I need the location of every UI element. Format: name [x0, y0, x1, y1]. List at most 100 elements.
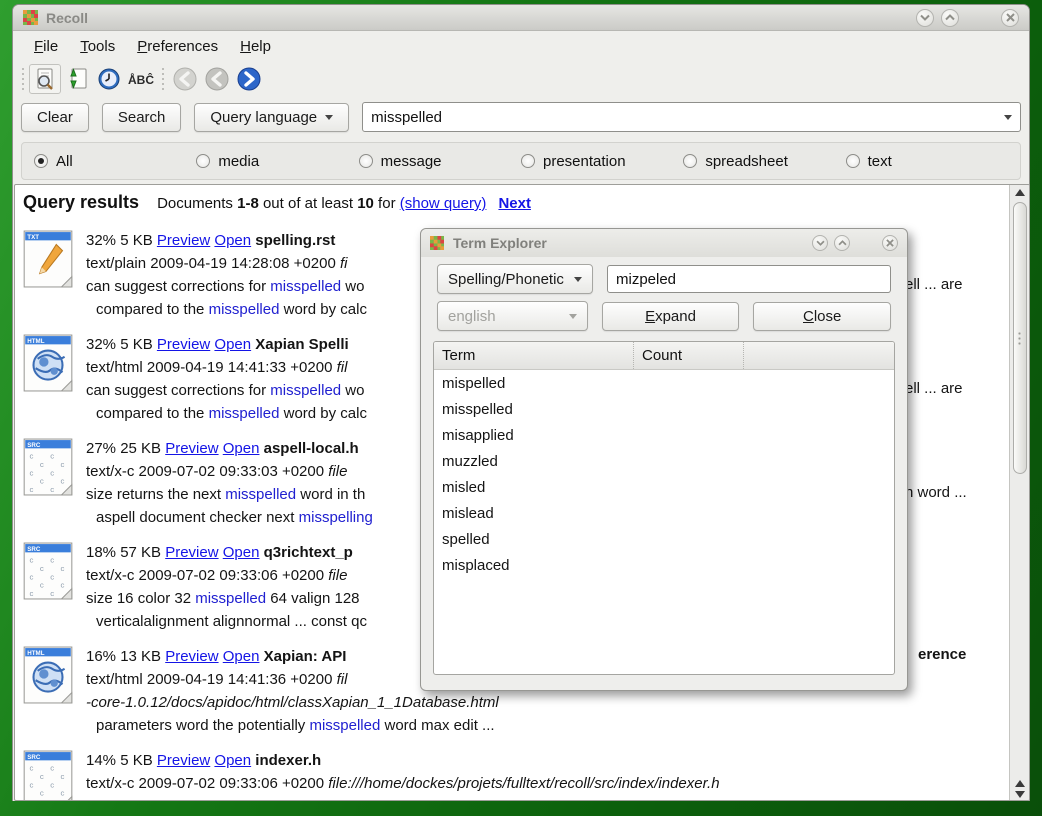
term-input[interactable]: mizpeled: [607, 265, 891, 293]
filter-radio-media[interactable]: media: [196, 153, 358, 170]
spellcheck-abc-icon[interactable]: ÅBĈ: [125, 64, 157, 94]
svg-text:c: c: [29, 799, 33, 801]
term-cell[interactable]: mispelled: [434, 375, 634, 392]
preview-link[interactable]: Preview: [165, 648, 218, 665]
preview-link[interactable]: Preview: [157, 232, 210, 249]
search-input[interactable]: misspelled: [362, 102, 1021, 132]
svg-text:c: c: [29, 766, 33, 774]
term-cell[interactable]: misplaced: [434, 557, 634, 574]
term-row[interactable]: mislead: [434, 500, 894, 526]
filter-radio-all[interactable]: All: [34, 153, 196, 170]
svg-text:c: c: [40, 566, 44, 574]
preview-link[interactable]: Preview: [157, 336, 210, 353]
text-segment: fil: [337, 671, 348, 688]
preview-link[interactable]: Preview: [157, 752, 210, 769]
src-code-icon[interactable]: SRCcccccccccc: [23, 542, 73, 600]
text-segment: text/x-c 2009-07-02 09:33:06 +0200: [86, 567, 328, 584]
term-row[interactable]: spelled: [434, 526, 894, 552]
filter-radio-spreadsheet[interactable]: spreadsheet: [683, 153, 845, 170]
open-link[interactable]: Open: [223, 544, 260, 561]
term-row[interactable]: misapplied: [434, 422, 894, 448]
term-row[interactable]: muzzled: [434, 448, 894, 474]
dialog-minimize-button[interactable]: [812, 235, 828, 251]
term-row[interactable]: misspelled: [434, 396, 894, 422]
svg-text:c: c: [40, 791, 44, 799]
open-link[interactable]: Open: [214, 232, 251, 249]
text-segment: word max edit ...: [380, 717, 494, 734]
result-text-fragment: n word ...: [905, 484, 967, 501]
scroll-up-icon[interactable]: [1015, 189, 1025, 196]
text-segment: text/x-c 2009-07-02 09:33:03 +0200: [86, 463, 328, 480]
term-column-header[interactable]: Term: [434, 342, 634, 369]
menu-preferences[interactable]: Preferences: [126, 35, 229, 58]
scroll-down-icon[interactable]: [1015, 791, 1025, 798]
doc-magnifier-icon[interactable]: [29, 64, 61, 94]
radio-icon[interactable]: [521, 154, 535, 168]
radio-icon[interactable]: [359, 154, 373, 168]
term-cell[interactable]: spelled: [434, 531, 634, 548]
expansion-mode-dropdown[interactable]: Spelling/Phonetic: [437, 264, 593, 294]
search-button[interactable]: Search: [102, 103, 182, 132]
radio-icon[interactable]: [196, 154, 210, 168]
html-globe-icon[interactable]: HTML: [23, 334, 73, 392]
text-segment: file: [328, 567, 347, 584]
main-titlebar[interactable]: Recoll: [13, 5, 1029, 31]
maximize-button[interactable]: [941, 9, 959, 27]
radio-icon[interactable]: [683, 154, 697, 168]
nav-forward-icon[interactable]: [233, 64, 265, 94]
doc-update-icon[interactable]: [61, 64, 93, 94]
scrollbar-thumb[interactable]: [1013, 202, 1027, 474]
minimize-button[interactable]: [916, 9, 934, 27]
term-row[interactable]: mispelled: [434, 370, 894, 396]
clock-icon[interactable]: [93, 64, 125, 94]
text-segment: file:///home/dockes/projets/fulltext/rec…: [328, 775, 719, 792]
term-cell[interactable]: mislead: [434, 505, 634, 522]
result-line: size returns the next misspelled word in…: [86, 483, 421, 506]
chevron-down-icon[interactable]: [1004, 115, 1012, 120]
svg-text:c: c: [50, 766, 54, 774]
filter-radio-presentation[interactable]: presentation: [521, 153, 683, 170]
open-link[interactable]: Open: [223, 648, 260, 665]
term-cell[interactable]: misled: [434, 479, 634, 496]
dialog-close-button[interactable]: [882, 235, 898, 251]
expand-button[interactable]: Expand: [602, 302, 740, 331]
open-link[interactable]: Open: [214, 752, 251, 769]
menu-help[interactable]: Help: [229, 35, 282, 58]
html-globe-icon[interactable]: HTML: [23, 646, 73, 704]
open-link[interactable]: Open: [223, 440, 260, 457]
result-line: aspell document checker next misspelling: [86, 506, 421, 529]
clear-button[interactable]: Clear: [21, 103, 89, 132]
term-cell[interactable]: misspelled: [434, 401, 634, 418]
scroll-up-icon[interactable]: [1015, 780, 1025, 787]
src-code-icon[interactable]: SRCcccccccccc: [23, 438, 73, 496]
next-page-link[interactable]: Next: [498, 195, 531, 212]
results-scrollbar[interactable]: [1009, 185, 1029, 801]
radio-icon[interactable]: [846, 154, 860, 168]
txt-pencil-icon[interactable]: TXT: [23, 230, 73, 288]
dialog-maximize-button[interactable]: [834, 235, 850, 251]
dialog-titlebar[interactable]: Term Explorer: [421, 229, 907, 257]
svg-text:c: c: [50, 487, 54, 495]
text-segment: text/x-c 2009-07-02 09:33:06 +0200: [86, 775, 328, 792]
preview-link[interactable]: Preview: [165, 544, 218, 561]
src-code-icon[interactable]: SRCcccccccccc: [23, 750, 73, 801]
term-row[interactable]: misled: [434, 474, 894, 500]
term-row[interactable]: misplaced: [434, 552, 894, 578]
filter-radio-text[interactable]: text: [846, 153, 1008, 170]
preview-link[interactable]: Preview: [165, 440, 218, 457]
count-column-header[interactable]: Count: [634, 342, 744, 369]
term-cell[interactable]: misapplied: [434, 427, 634, 444]
menu-tools[interactable]: Tools: [69, 35, 126, 58]
svg-text:c: c: [50, 799, 54, 801]
query-language-dropdown[interactable]: Query language: [194, 103, 349, 132]
open-link[interactable]: Open: [214, 336, 251, 353]
show-query-link[interactable]: (show query): [400, 195, 487, 212]
term-cell[interactable]: muzzled: [434, 453, 634, 470]
radio-icon[interactable]: [34, 154, 48, 168]
filter-radio-message[interactable]: message: [359, 153, 521, 170]
text-segment: 27% 25 KB: [86, 440, 165, 457]
close-button[interactable]: [1001, 9, 1019, 27]
search-input-value: misspelled: [371, 109, 1004, 126]
close-dialog-button[interactable]: Close: [753, 302, 891, 331]
menu-file[interactable]: File: [23, 35, 69, 58]
